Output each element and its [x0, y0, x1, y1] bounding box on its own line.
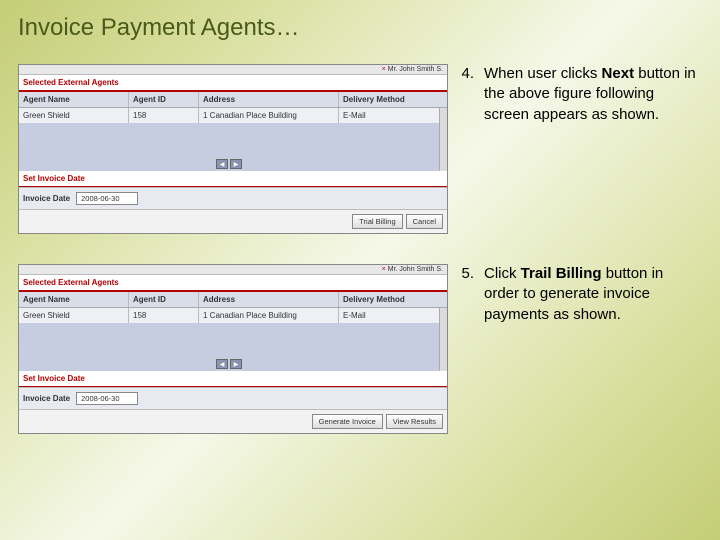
section-header: Selected External Agents [19, 75, 447, 92]
col-delivery: Delivery Method [339, 292, 447, 307]
col-agent-name: Agent Name [19, 92, 129, 107]
col-address: Address [199, 92, 339, 107]
table-header: Agent Name Agent ID Address Delivery Met… [19, 292, 447, 308]
date-section-header: Set Invoice Date [19, 371, 447, 387]
tab-user-label: Mr. John Smith S. [388, 66, 443, 73]
table-header: Agent Name Agent ID Address Delivery Met… [19, 92, 447, 108]
screenshot-1: × Mr. John Smith S. Selected External Ag… [18, 64, 448, 234]
invoice-date-label: Invoice Date [23, 394, 70, 403]
col-agent-name: Agent Name [19, 292, 129, 307]
section-header: Selected External Agents [19, 275, 447, 292]
cell-agent-id: 158 [129, 108, 199, 123]
step-number: 4. [456, 64, 474, 125]
table-row[interactable]: Green Shield 158 1 Canadian Place Buildi… [19, 308, 439, 323]
col-address: Address [199, 292, 339, 307]
step-text: Click Trail Billing button in order to g… [484, 264, 702, 325]
pager-next-button[interactable]: ▶ [230, 359, 242, 369]
invoice-date-label: Invoice Date [23, 194, 70, 203]
step-row-4: × Mr. John Smith S. Selected External Ag… [18, 64, 702, 234]
cell-agent-name: Green Shield [19, 108, 129, 123]
pager-prev-button[interactable]: ◀ [216, 159, 228, 169]
screenshot-2: × Mr. John Smith S. Selected External Ag… [18, 264, 448, 434]
table-body-space: ◀ ▶ [19, 123, 439, 171]
table-row[interactable]: Green Shield 158 1 Canadian Place Buildi… [19, 108, 439, 123]
pager: ◀ ▶ [216, 159, 242, 169]
date-row: Invoice Date 2008-06-30 [19, 187, 447, 209]
button-row: Trial Billing Cancel [19, 209, 447, 233]
cell-delivery: E-Mail [339, 108, 439, 123]
step-text: When user clicks Next button in the abov… [484, 64, 702, 125]
step-number: 5. [456, 264, 474, 325]
window-tab: × Mr. John Smith S. [19, 265, 447, 275]
cell-agent-id: 158 [129, 308, 199, 323]
col-agent-id: Agent ID [129, 92, 199, 107]
tab-user-label: Mr. John Smith S. [388, 266, 443, 273]
step-5: 5. Click Trail Billing button in order t… [456, 264, 702, 325]
window-tab: × Mr. John Smith S. [19, 65, 447, 75]
trial-billing-button[interactable]: Trial Billing [352, 214, 402, 229]
close-icon[interactable]: × [382, 66, 386, 73]
cell-delivery: E-Mail [339, 308, 439, 323]
col-agent-id: Agent ID [129, 292, 199, 307]
pager-next-button[interactable]: ▶ [230, 159, 242, 169]
cancel-button[interactable]: Cancel [406, 214, 443, 229]
button-row: Generate Invoice View Results [19, 409, 447, 433]
cell-address: 1 Canadian Place Building [199, 108, 339, 123]
cell-agent-name: Green Shield [19, 308, 129, 323]
content-area: × Mr. John Smith S. Selected External Ag… [0, 42, 720, 434]
generate-invoice-button[interactable]: Generate Invoice [312, 414, 383, 429]
table-body-space: ◀ ▶ [19, 323, 439, 371]
scrollbar[interactable] [439, 108, 447, 171]
step-4: 4. When user clicks Next button in the a… [456, 64, 702, 125]
scrollbar[interactable] [439, 308, 447, 371]
view-results-button[interactable]: View Results [386, 414, 443, 429]
cell-address: 1 Canadian Place Building [199, 308, 339, 323]
invoice-date-input[interactable]: 2008-06-30 [76, 192, 138, 205]
close-icon[interactable]: × [382, 266, 386, 273]
page-title: Invoice Payment Agents… [0, 0, 720, 42]
col-delivery: Delivery Method [339, 92, 447, 107]
invoice-date-input[interactable]: 2008-06-30 [76, 392, 138, 405]
date-section-header: Set Invoice Date [19, 171, 447, 187]
step-row-5: × Mr. John Smith S. Selected External Ag… [18, 264, 702, 434]
date-row: Invoice Date 2008-06-30 [19, 387, 447, 409]
pager-prev-button[interactable]: ◀ [216, 359, 228, 369]
pager: ◀ ▶ [216, 359, 242, 369]
